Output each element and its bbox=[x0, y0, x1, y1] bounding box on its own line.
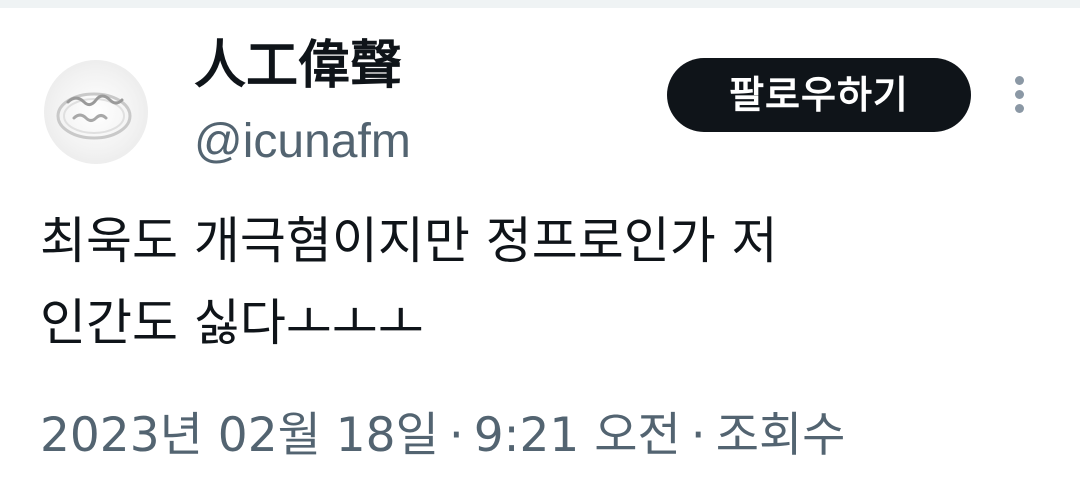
tweet-text: 최욱도 개극혐이지만 정프로인가 저 인간도 싫다ㅗㅗㅗ bbox=[40, 200, 1040, 364]
author-handle[interactable]: @icunafm bbox=[194, 112, 411, 172]
top-divider bbox=[0, 0, 1080, 8]
tweet-text-line: 최욱도 개극혐이지만 정프로인가 저 bbox=[40, 212, 778, 270]
menu-dot bbox=[1015, 76, 1024, 85]
author-display-name[interactable]: 人工偉聲 bbox=[194, 36, 402, 96]
meta-separator: · bbox=[690, 408, 706, 463]
more-vertical-icon[interactable] bbox=[1004, 72, 1036, 116]
tweet-time[interactable]: 9:21 오전 bbox=[474, 408, 681, 463]
meta-separator: · bbox=[448, 408, 464, 463]
tweet-meta: 2023년 02월 18일 · 9:21 오전 · 조회수 bbox=[40, 406, 845, 466]
tweet-date[interactable]: 2023년 02월 18일 bbox=[40, 408, 439, 463]
tweet-text-line: 인간도 싫다ㅗㅗㅗ bbox=[40, 294, 424, 352]
ring-photo-icon bbox=[56, 92, 132, 140]
avatar[interactable] bbox=[44, 60, 148, 164]
follow-button[interactable]: 팔로우하기 bbox=[667, 58, 971, 132]
views-label[interactable]: 조회수 bbox=[716, 408, 846, 463]
menu-dot bbox=[1015, 104, 1024, 113]
menu-dot bbox=[1015, 90, 1024, 99]
